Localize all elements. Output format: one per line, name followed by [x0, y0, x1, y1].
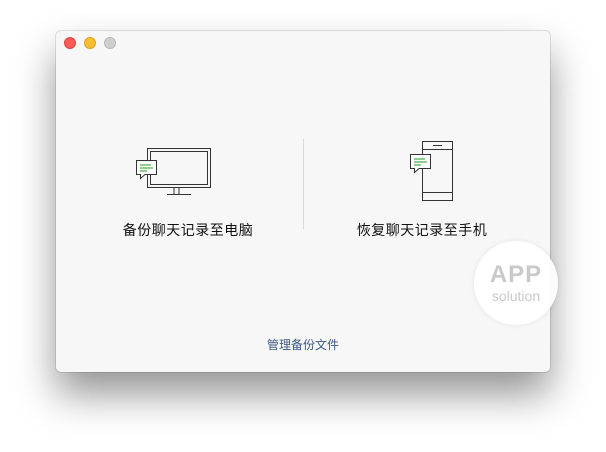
- backup-option-label: 备份聊天记录至电脑: [122, 223, 254, 239]
- watermark-solution-text: solution: [491, 288, 541, 304]
- options-divider: [303, 139, 304, 229]
- title-bar: [56, 31, 550, 55]
- restore-option-label: 恢复聊天记录至手机: [356, 223, 488, 239]
- close-window-button[interactable]: [64, 37, 76, 49]
- desktop-background: 备份聊天记录至电脑 恢复聊天记录至手机 管理备份文件 APP solution: [0, 0, 606, 452]
- phone-chat-icon: [410, 141, 453, 201]
- app-solution-watermark: APP solution: [474, 241, 558, 325]
- restore-to-phone-option[interactable]: 恢复聊天记录至手机: [312, 131, 532, 251]
- watermark-app-text: APP: [489, 261, 543, 288]
- app-window: 备份聊天记录至电脑 恢复聊天记录至手机 管理备份文件: [56, 31, 550, 372]
- minimize-window-button[interactable]: [84, 37, 96, 49]
- monitor-chat-icon: [136, 148, 211, 195]
- backup-to-computer-option[interactable]: 备份聊天记录至电脑: [78, 131, 298, 251]
- zoom-window-button[interactable]: [104, 37, 116, 49]
- manage-backup-files-link[interactable]: 管理备份文件: [56, 336, 550, 353]
